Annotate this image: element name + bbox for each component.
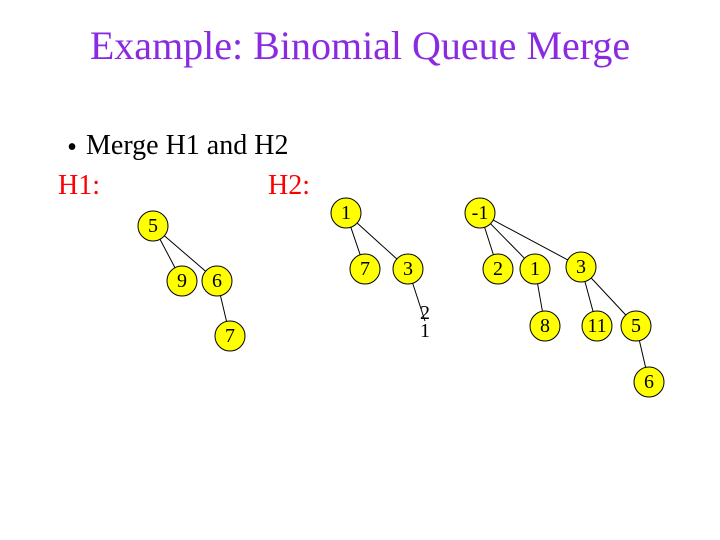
- tree-node: 6: [202, 266, 232, 296]
- tree-node: 3: [393, 254, 423, 284]
- node-label: 1: [341, 202, 351, 224]
- tree-node: 7: [350, 254, 380, 284]
- tree-node: 9: [167, 266, 197, 296]
- tree-node: 5: [621, 311, 651, 341]
- tree-node: 5: [138, 211, 168, 241]
- node-label: 7: [225, 325, 235, 347]
- node-label: -1: [472, 202, 489, 224]
- tree-node: 2: [483, 254, 513, 284]
- tree-edge: [220, 296, 226, 322]
- tree-node: 6: [634, 367, 664, 397]
- aux-text: 1: [420, 320, 430, 342]
- node-label: 11: [587, 315, 606, 337]
- tree-node: 1: [520, 254, 550, 284]
- node-label: 6: [212, 270, 222, 292]
- tree-node: 3: [566, 252, 596, 282]
- node-label: 3: [576, 256, 586, 278]
- node-label: 5: [631, 315, 641, 337]
- node-label: 2: [493, 258, 503, 280]
- node-label: 8: [540, 315, 550, 337]
- binomial-diagram: 5967173-121381156 21: [0, 0, 720, 540]
- tree-edge: [639, 341, 645, 368]
- node-label: 3: [403, 258, 413, 280]
- tree-edge: [493, 220, 568, 260]
- node-label: 7: [360, 258, 370, 280]
- tree-edge: [485, 227, 494, 254]
- node-label: 9: [177, 270, 187, 292]
- tree-edge: [351, 227, 360, 255]
- tree-edge: [538, 284, 543, 311]
- node-label: 5: [148, 215, 158, 237]
- tree-node: 8: [530, 311, 560, 341]
- tree-node: -1: [465, 198, 495, 228]
- tree-edge: [585, 281, 593, 311]
- tree-edge: [591, 278, 626, 315]
- tree-node: 7: [215, 321, 245, 351]
- tree-edge: [491, 224, 525, 259]
- tree-edge: [357, 223, 397, 259]
- node-label: 1: [530, 258, 540, 280]
- tree-node: 11: [582, 311, 612, 341]
- tree-node: 1: [331, 198, 361, 228]
- node-label: 6: [644, 371, 654, 393]
